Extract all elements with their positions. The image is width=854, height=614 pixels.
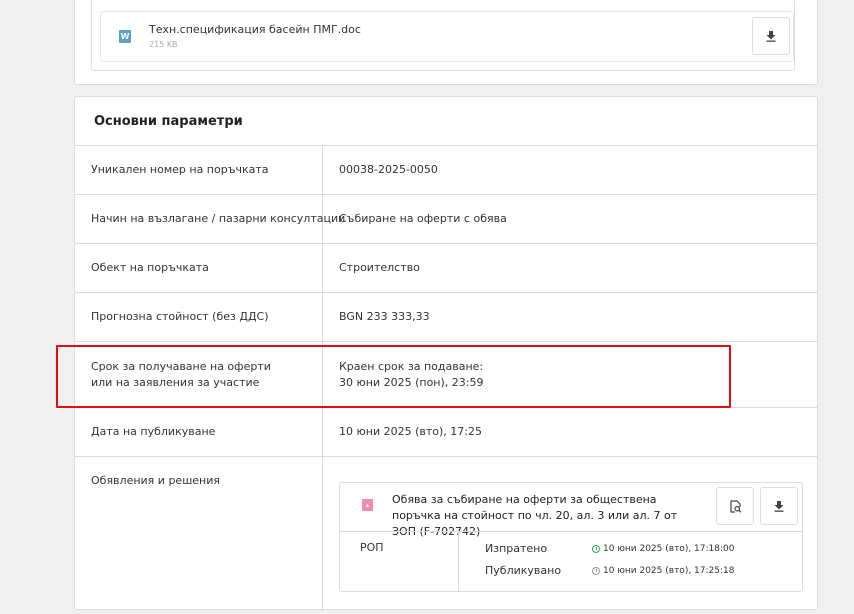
attachment-item[interactable]: W Техн.спецификация басейн ПМГ.doc 215 K… — [100, 11, 794, 62]
param-row-unique-number: Уникален номер на поръчката 00038-2025-0… — [75, 145, 817, 194]
published-label: Публикувано — [485, 564, 562, 577]
notice-divider — [340, 531, 802, 532]
param-value: Събиране на оферти с обява — [339, 212, 507, 225]
param-label: Уникален номер на поръчката — [91, 163, 269, 176]
attachment-download-button[interactable] — [752, 17, 790, 55]
sent-value: 10 юни 2025 (вто), 17:18:00 — [603, 544, 735, 554]
clock-icon — [592, 567, 600, 575]
highlight-box — [56, 345, 731, 408]
param-row-subject: Обект на поръчката Строителство — [75, 243, 817, 292]
published-status: 10 юни 2025 (вто), 17:25:18 — [592, 566, 734, 576]
pdf-icon: ▴ — [362, 499, 373, 511]
notice-column-divider — [458, 531, 459, 592]
download-icon — [774, 501, 784, 512]
param-row-estimated-value: Прогнозна стойност (без ДДС) BGN 233 333… — [75, 292, 817, 341]
param-row-publication-date: Дата на публикуване 10 юни 2025 (вто), 1… — [75, 407, 817, 456]
section-title: Основни параметри — [94, 114, 243, 129]
attachment-name[interactable]: Техн.спецификация басейн ПМГ.doc — [149, 23, 361, 36]
param-label: Начин на възлагане / пазарни консултации — [91, 212, 346, 225]
download-icon — [766, 31, 776, 42]
attachment-size: 215 KB — [149, 40, 178, 49]
word-doc-icon: W — [119, 30, 131, 43]
param-label: Обект на поръчката — [91, 261, 209, 274]
sent-label: Изпратено — [485, 542, 548, 555]
param-label: Прогнозна стойност (без ДДС) — [91, 310, 269, 323]
param-value: Строителство — [339, 261, 420, 274]
notice-card: ▴ Обява за събиране на оферти за обществ… — [339, 482, 803, 592]
param-row-procedure: Начин на възлагане / пазарни консултации… — [75, 194, 817, 243]
attachments-card: W Техн.спецификация басейн ПМГ.doc 215 K… — [74, 0, 818, 85]
notice-source: РОП — [360, 541, 384, 554]
param-value: 10 юни 2025 (вто), 17:25 — [339, 425, 482, 438]
published-value: 10 юни 2025 (вто), 17:25:18 — [603, 566, 735, 576]
clock-icon — [592, 545, 600, 553]
notice-preview-button[interactable] — [716, 487, 754, 525]
param-label: Обявления и решения — [91, 474, 220, 487]
notice-download-button[interactable] — [760, 487, 798, 525]
notice-title[interactable]: Обява за събиране на оферти за обществен… — [392, 492, 692, 540]
param-label: Дата на публикуване — [91, 425, 216, 438]
sent-status: 10 юни 2025 (вто), 17:18:00 — [592, 544, 734, 554]
document-search-icon — [729, 499, 741, 513]
param-value: 00038-2025-0050 — [339, 163, 438, 176]
attachments-list: W Техн.спецификация басейн ПМГ.doc 215 K… — [91, 0, 795, 71]
param-value: BGN 233 333,33 — [339, 310, 430, 323]
